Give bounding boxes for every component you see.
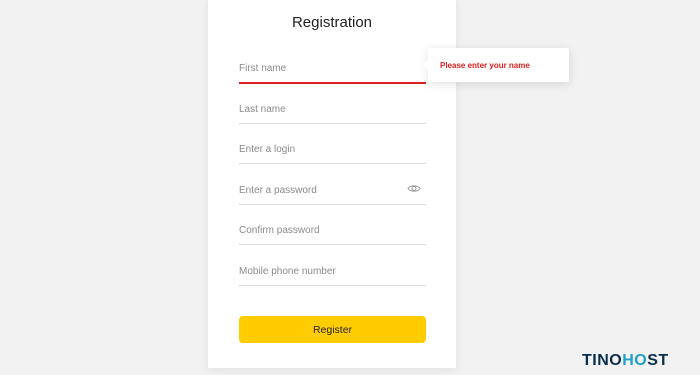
error-message: Please enter your name: [440, 61, 530, 70]
page-title: Registration: [291, 14, 373, 31]
confirm-password-field: [239, 218, 426, 245]
confirm-password-input[interactable]: [239, 218, 399, 242]
brand-part3: ST: [647, 352, 669, 369]
mobile-phone-field: [239, 259, 426, 286]
password-field: [239, 178, 426, 205]
brand-part2: H: [622, 352, 635, 369]
login-field: [239, 137, 426, 164]
first-name-field: [239, 56, 426, 84]
brand-watermark: TINOHOST: [582, 352, 669, 370]
last-name-input[interactable]: [239, 97, 399, 121]
mobile-phone-input[interactable]: [239, 259, 399, 283]
login-input[interactable]: [239, 137, 399, 161]
register-button[interactable]: Register: [239, 316, 426, 343]
password-input[interactable]: [239, 178, 399, 202]
last-name-field: [239, 97, 426, 124]
brand-part1: TINO: [582, 352, 623, 369]
eye-icon[interactable]: [407, 184, 421, 193]
brand-o-glyph: O: [634, 352, 648, 369]
error-tooltip: Please enter your name: [423, 48, 569, 82]
first-name-input[interactable]: [239, 56, 399, 80]
registration-card: Registration Register: [208, 0, 456, 368]
